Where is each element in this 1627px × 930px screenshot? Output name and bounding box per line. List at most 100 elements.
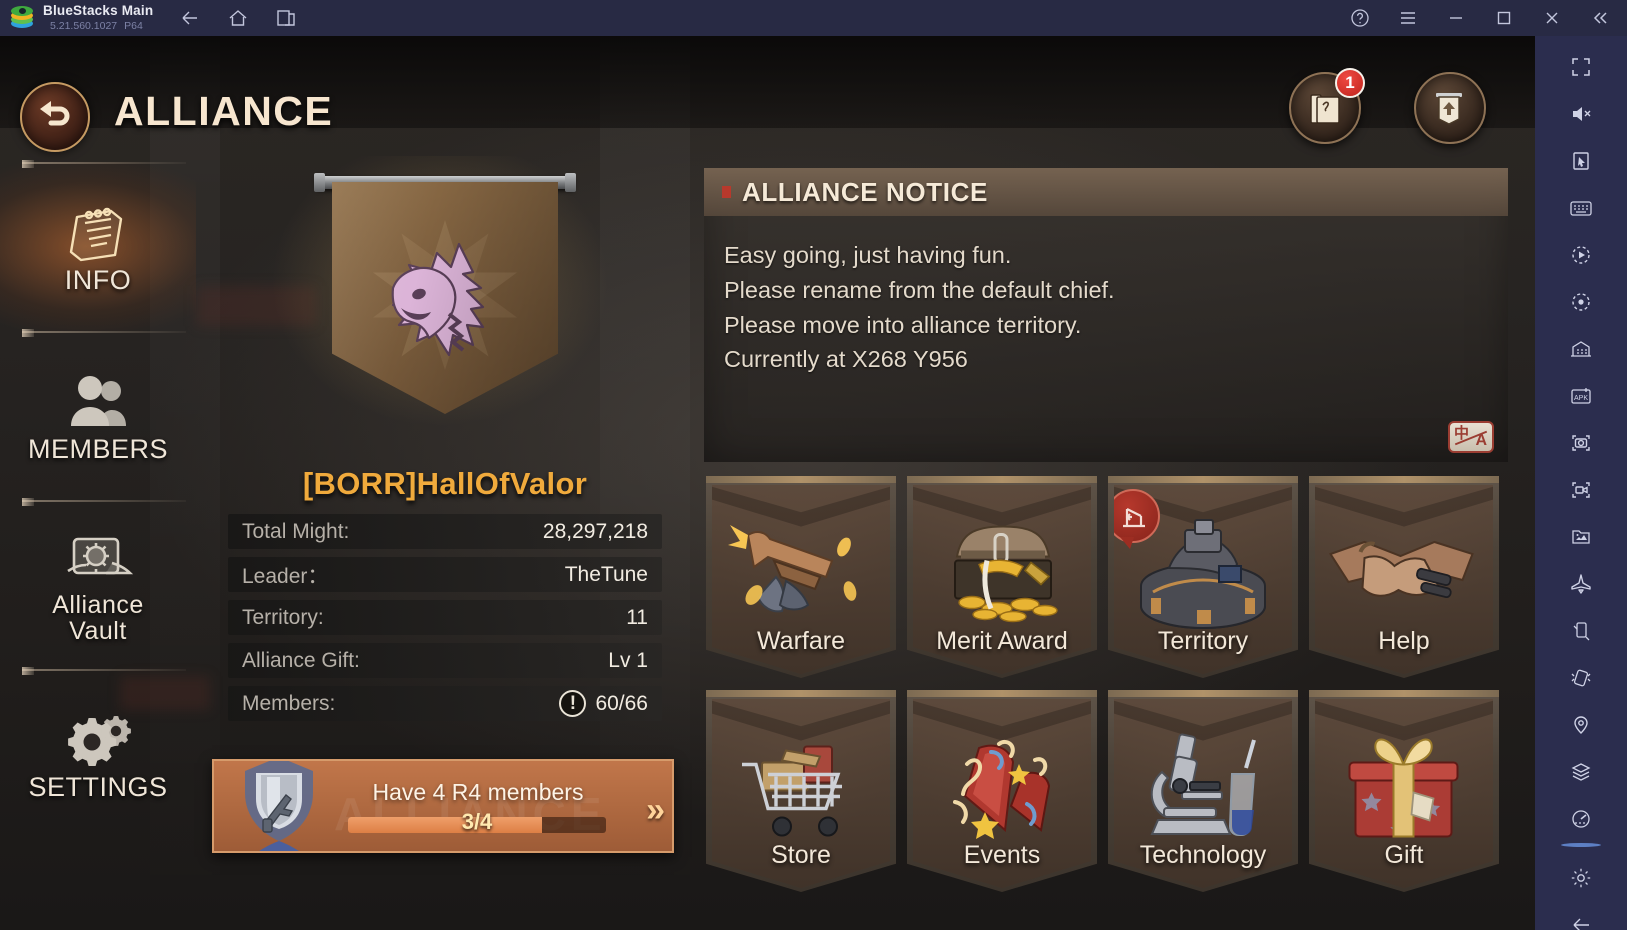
titlebar-nav-group xyxy=(179,7,297,29)
performance-icon[interactable] xyxy=(1558,796,1604,842)
tile-label: Store xyxy=(771,841,831,869)
tile-label: Help xyxy=(1378,627,1430,655)
tile-territory[interactable]: Territory xyxy=(1108,476,1298,678)
airplane-icon[interactable] xyxy=(1558,561,1604,607)
bluestacks-logo-icon xyxy=(10,6,34,30)
cursor-icon[interactable] xyxy=(1558,138,1604,184)
tile-help[interactable]: Help xyxy=(1309,476,1499,678)
stat-key: Territory: xyxy=(242,605,324,629)
media-manager-icon[interactable] xyxy=(1558,514,1604,560)
stat-key: Total Might: xyxy=(242,519,350,543)
alliance-quest-banner[interactable]: ALLIANCE Have 4 R4 members 3/4 » xyxy=(212,759,674,853)
fullscreen-icon[interactable] xyxy=(1558,44,1604,90)
shake-icon[interactable] xyxy=(1558,655,1604,701)
warning-icon[interactable]: ! xyxy=(559,690,587,717)
stat-value: TheTune xyxy=(564,562,648,586)
tile-label: Warfare xyxy=(757,627,845,655)
stat-row-leader: Leader： TheTune xyxy=(228,557,662,592)
keyboard-icon[interactable] xyxy=(1558,185,1604,231)
alliance-banner-button[interactable] xyxy=(1414,72,1486,144)
collapse-icon[interactable] xyxy=(1589,7,1611,29)
layers-icon[interactable] xyxy=(1558,749,1604,795)
sidebar-item-info[interactable]: INFO xyxy=(0,160,196,331)
mute-icon[interactable] xyxy=(1558,91,1604,137)
quest-title: Have 4 R4 members xyxy=(372,779,584,805)
notebook-icon xyxy=(65,199,131,261)
tile-warfare[interactable]: Warfare xyxy=(706,476,896,678)
close-icon[interactable] xyxy=(1541,7,1563,29)
tile-merit-award[interactable]: Merit Award xyxy=(907,476,1097,678)
screen-record-icon[interactable] xyxy=(1558,467,1604,513)
back-button[interactable] xyxy=(20,82,90,152)
back-icon[interactable] xyxy=(179,7,201,29)
svg-text:APK: APK xyxy=(1574,395,1588,402)
screenshot-icon[interactable] xyxy=(1558,420,1604,466)
tile-row-2: Store Events Technology Gift xyxy=(706,690,1512,892)
stat-row-members: Members: ! 60/66 xyxy=(228,686,662,721)
alliance-feature-tiles: Warfare Merit Award Territory Help Store… xyxy=(706,476,1512,904)
install-apk-icon[interactable]: APK xyxy=(1558,373,1604,419)
minimize-icon[interactable] xyxy=(1445,7,1467,29)
window-title-block: BlueStacks Main 5.21.560.1027 P64 xyxy=(43,4,153,31)
tile-label: Merit Award xyxy=(936,627,1068,655)
applications-badge: 1 xyxy=(1335,68,1365,98)
settings-gear-icon[interactable] xyxy=(1558,855,1604,901)
page-title: ALLIANCE xyxy=(114,88,334,134)
sidebar-item-label: MEMBERS xyxy=(27,433,169,464)
sidebar-item-label: SETTINGS xyxy=(28,771,168,802)
stat-value: 28,297,218 xyxy=(542,519,648,543)
location-icon[interactable] xyxy=(1558,702,1604,748)
maximize-icon[interactable] xyxy=(1493,7,1515,29)
translate-button[interactable]: 中 A xyxy=(1448,421,1494,453)
firework-icon xyxy=(953,739,1051,839)
alliance-notice-panel: ALLIANCE NOTICE Easy going, just having … xyxy=(704,168,1508,462)
tile-gift[interactable]: Gift xyxy=(1309,690,1499,892)
tile-events[interactable]: Events xyxy=(907,690,1097,892)
derrick-icon xyxy=(1123,508,1145,528)
game-viewport: ALLIANCE 1 INFO MEMBERS Alliance Vault S… xyxy=(0,36,1535,930)
recents-icon[interactable] xyxy=(275,7,297,29)
handshake-icon xyxy=(1328,540,1474,598)
alliance-stats: Total Might: 28,297,218 Leader： TheTune … xyxy=(228,514,662,729)
macro-icon[interactable] xyxy=(1558,232,1604,278)
sidebar-item-settings[interactable]: SETTINGS xyxy=(0,667,196,838)
home-icon[interactable] xyxy=(227,7,249,29)
translate-en-label: A xyxy=(1475,432,1487,449)
quest-forward-arrow[interactable]: » xyxy=(646,791,665,830)
alliance-crest xyxy=(260,146,620,446)
multi-instance-icon[interactable] xyxy=(1558,326,1604,372)
menu-icon[interactable] xyxy=(1397,7,1419,29)
help-icon[interactable] xyxy=(1349,7,1371,29)
notice-header: ALLIANCE NOTICE xyxy=(704,168,1508,216)
stat-value: Lv 1 xyxy=(608,648,648,672)
app-window: BlueStacks Main 5.21.560.1027 P64 ALLIAN… xyxy=(0,0,1627,930)
stat-key: Members: xyxy=(242,691,336,715)
treasure-chest-icon xyxy=(954,525,1058,622)
account-avatar[interactable] xyxy=(1561,843,1601,847)
gear-icon xyxy=(62,706,134,768)
stat-value: 60/66 xyxy=(595,691,648,715)
alliance-name: [BORR]HallOfValor xyxy=(302,466,588,501)
alliance-applications-button[interactable]: 1 xyxy=(1289,68,1365,144)
rotate-icon[interactable] xyxy=(1558,608,1604,654)
eye-record-icon[interactable] xyxy=(1558,279,1604,325)
notice-title: ALLIANCE NOTICE xyxy=(742,176,988,207)
sidebar-item-label: Alliance Vault xyxy=(52,591,144,645)
trophy-icon xyxy=(245,761,313,851)
android-back-icon[interactable] xyxy=(1558,902,1604,930)
sidebar-item-members[interactable]: MEMBERS xyxy=(0,329,196,500)
sidebar-item-label: INFO xyxy=(64,264,132,295)
tile-label: Gift xyxy=(1384,841,1424,869)
notice-line: Easy going, just having fun. xyxy=(724,242,1012,268)
version-number: 5.21.560.1027 xyxy=(50,19,118,32)
sidebar-item-alliance-vault[interactable]: Alliance Vault xyxy=(0,498,196,669)
shopping-cart-icon xyxy=(742,745,842,837)
tile-store[interactable]: Store xyxy=(706,690,896,892)
quest-progress-text: 3/4 xyxy=(461,809,493,834)
notice-line: Currently at X268 Y956 xyxy=(724,346,968,373)
stat-key: Alliance Gift: xyxy=(242,648,360,672)
tile-technology[interactable]: Technology xyxy=(1108,690,1298,892)
stat-row-total-might: Total Might: 28,297,218 xyxy=(228,514,662,549)
tile-label: Territory xyxy=(1157,627,1249,655)
members-icon xyxy=(63,368,133,430)
